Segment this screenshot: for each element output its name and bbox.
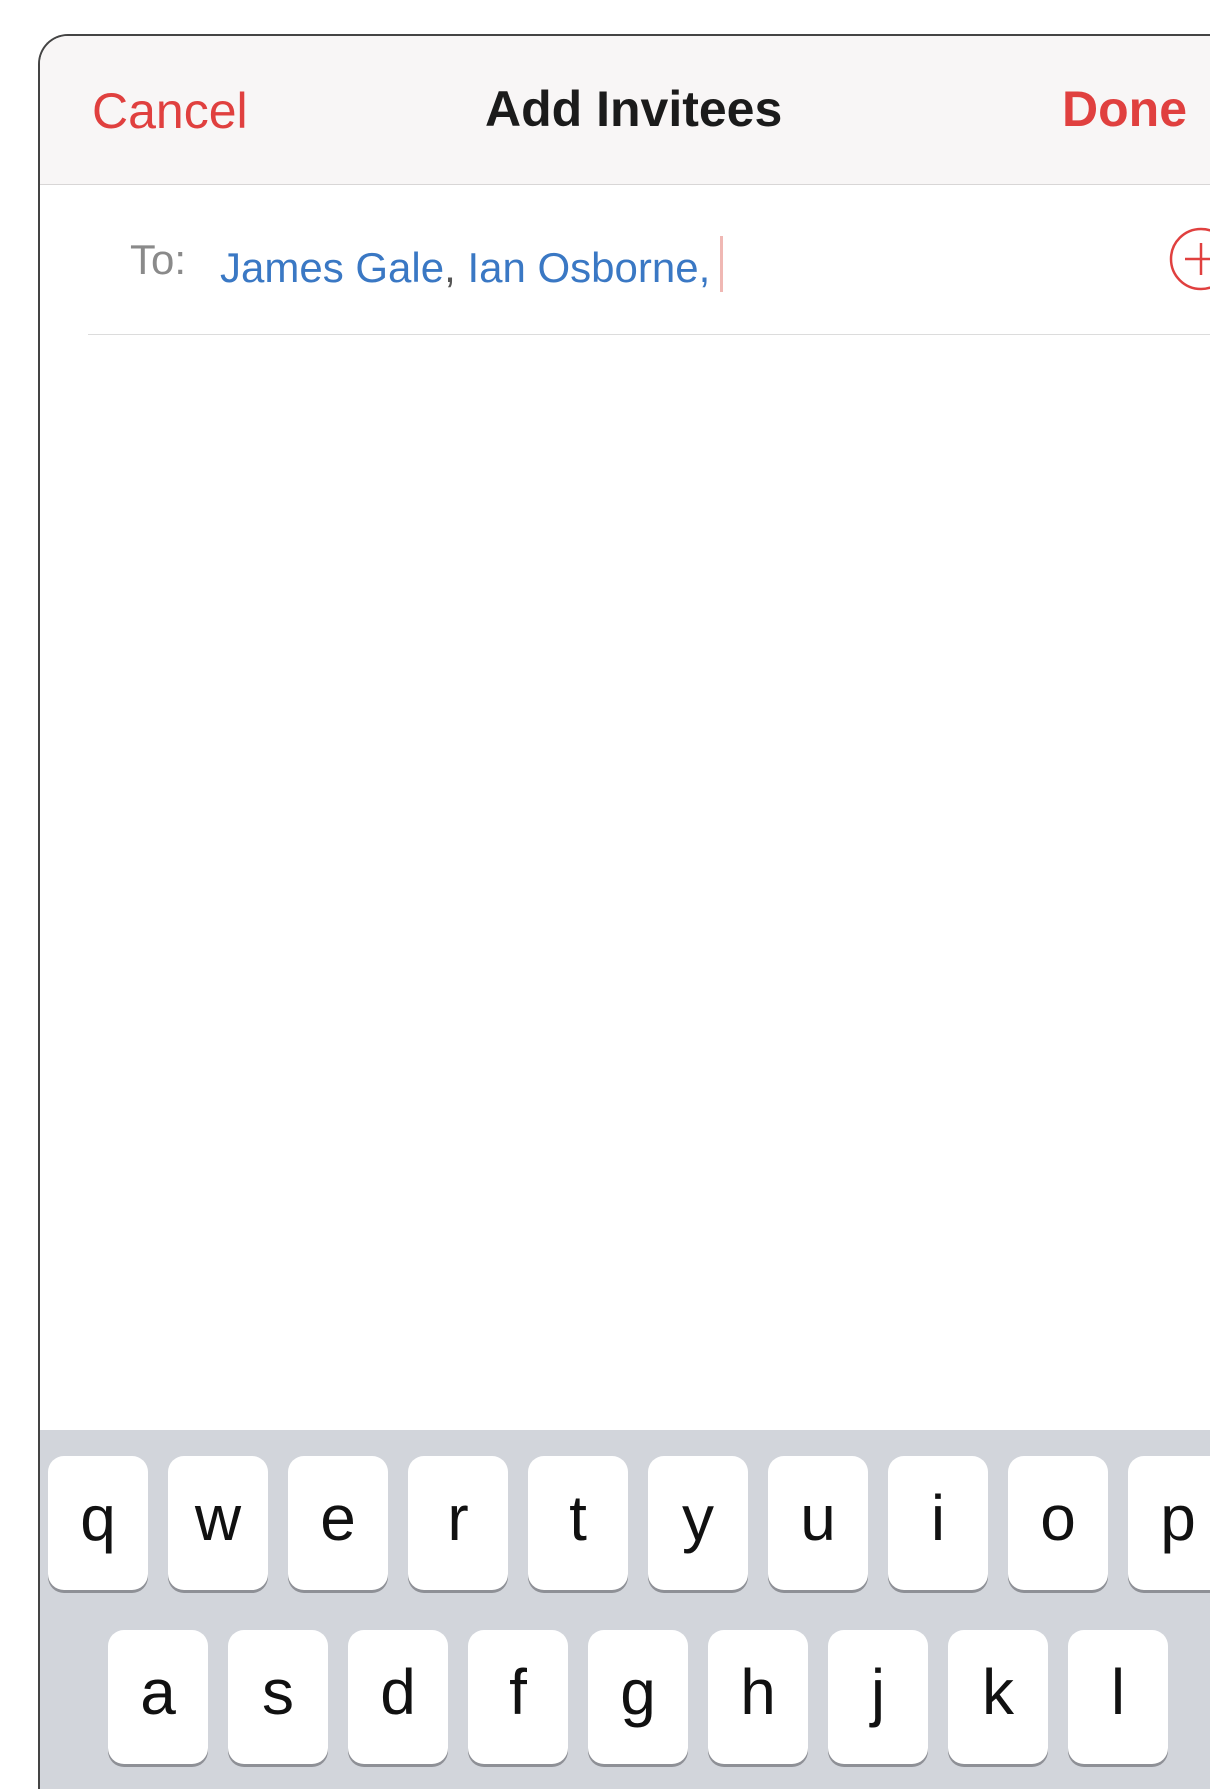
- key-k[interactable]: k: [948, 1630, 1048, 1764]
- cancel-button[interactable]: Cancel: [92, 82, 248, 140]
- recipient-token[interactable]: Ian Osborne: [467, 244, 698, 291]
- key-h[interactable]: h: [708, 1630, 808, 1764]
- text-cursor: [720, 236, 724, 292]
- recipient-separator: ,: [698, 244, 711, 291]
- screen: Cancel Add Invitees Done To: James Gale,…: [0, 0, 1210, 1789]
- key-f[interactable]: f: [468, 1630, 568, 1764]
- key-g[interactable]: g: [588, 1630, 688, 1764]
- recipient-token[interactable]: James Gale: [220, 244, 444, 291]
- recipients-list: James Gale, Ian Osborne,: [220, 236, 724, 292]
- plus-circle-icon: [1169, 227, 1210, 291]
- key-o[interactable]: o: [1008, 1456, 1108, 1590]
- key-t[interactable]: t: [528, 1456, 628, 1590]
- key-p[interactable]: p: [1128, 1456, 1210, 1590]
- key-d[interactable]: d: [348, 1630, 448, 1764]
- key-a[interactable]: a: [108, 1630, 208, 1764]
- key-w[interactable]: w: [168, 1456, 268, 1590]
- key-l[interactable]: l: [1068, 1630, 1168, 1764]
- device-frame: Cancel Add Invitees Done To: James Gale,…: [38, 34, 1210, 1789]
- navigation-bar: Cancel Add Invitees Done: [40, 36, 1210, 185]
- done-button[interactable]: Done: [1062, 80, 1187, 138]
- keyboard: q w e r t y u i o p a s d f g h j k l: [40, 1430, 1210, 1789]
- page-title: Add Invitees: [485, 81, 783, 137]
- key-q[interactable]: q: [48, 1456, 148, 1590]
- key-i[interactable]: i: [888, 1456, 988, 1590]
- key-e[interactable]: e: [288, 1456, 388, 1590]
- to-label: To:: [130, 236, 187, 283]
- add-contact-button[interactable]: [1168, 226, 1210, 292]
- to-field[interactable]: To: James Gale, Ian Osborne,: [88, 186, 1210, 335]
- key-y[interactable]: y: [648, 1456, 748, 1590]
- key-u[interactable]: u: [768, 1456, 868, 1590]
- key-s[interactable]: s: [228, 1630, 328, 1764]
- key-j[interactable]: j: [828, 1630, 928, 1764]
- key-r[interactable]: r: [408, 1456, 508, 1590]
- recipient-separator: ,: [444, 244, 456, 291]
